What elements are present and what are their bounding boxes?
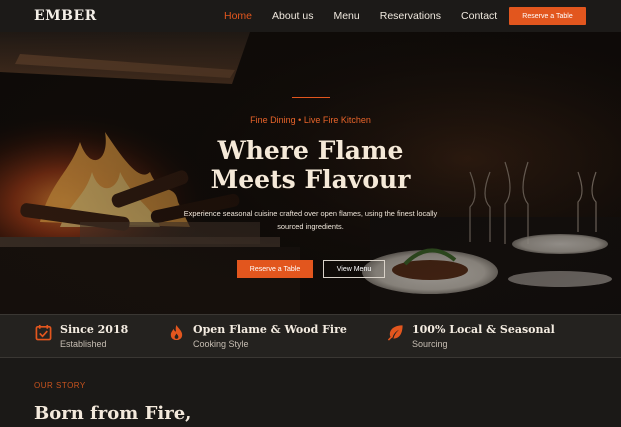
feature-sourcing: 100% Local & Seasonal Sourcing <box>387 323 555 349</box>
hero-divider <box>292 97 330 98</box>
top-navbar: EMBER Home About us Menu Reservations Co… <box>0 0 621 32</box>
hero-reserve-button[interactable]: Reserve a Table <box>237 260 313 278</box>
nav-reserve-button[interactable]: Reserve a Table <box>509 7 586 25</box>
nav-links: Home About us Menu Reservations Contact <box>224 10 517 22</box>
nav-link-menu[interactable]: Menu <box>333 10 359 22</box>
flame-icon <box>170 324 183 341</box>
feature-subtitle: Cooking Style <box>193 339 249 349</box>
hero-section: Fine Dining • Live Fire Kitchen Where Fl… <box>0 32 621 314</box>
feature-title: 100% Local & Seasonal <box>412 323 555 336</box>
feature-established: Since 2018 Established <box>35 323 128 349</box>
brand-logo[interactable]: EMBER <box>34 8 97 24</box>
feature-subtitle: Established <box>60 339 107 349</box>
nav-link-reservations[interactable]: Reservations <box>380 10 441 22</box>
story-section: OUR STORY Born from Fire, <box>0 358 621 427</box>
feature-title: Since 2018 <box>60 323 129 336</box>
nav-link-home[interactable]: Home <box>224 10 252 22</box>
story-title: Born from Fire, <box>34 403 192 424</box>
story-eyebrow: OUR STORY <box>34 381 86 390</box>
hero-view-menu-button[interactable]: View Menu <box>323 260 385 278</box>
hero-subtitle: Experience seasonal cuisine crafted over… <box>183 209 438 231</box>
nav-link-about[interactable]: About us <box>272 10 313 22</box>
calendar-check-icon <box>35 324 52 341</box>
feature-subtitle: Sourcing <box>412 339 448 349</box>
hero-title: Where Flame Meets Flavour <box>0 136 621 194</box>
hero-title-line-1: Where Flame <box>217 136 404 165</box>
feature-title: Open Flame & Wood Fire <box>193 323 347 336</box>
feature-cooking-style: Open Flame & Wood Fire Cooking Style <box>168 323 347 349</box>
features-strip: Since 2018 Established Open Flame & Wood… <box>0 314 621 358</box>
hero-title-line-2: Meets Flavour <box>210 165 411 194</box>
hero-eyebrow: Fine Dining • Live Fire Kitchen <box>250 115 371 125</box>
leaf-icon <box>387 325 403 341</box>
nav-link-contact[interactable]: Contact <box>461 10 497 22</box>
